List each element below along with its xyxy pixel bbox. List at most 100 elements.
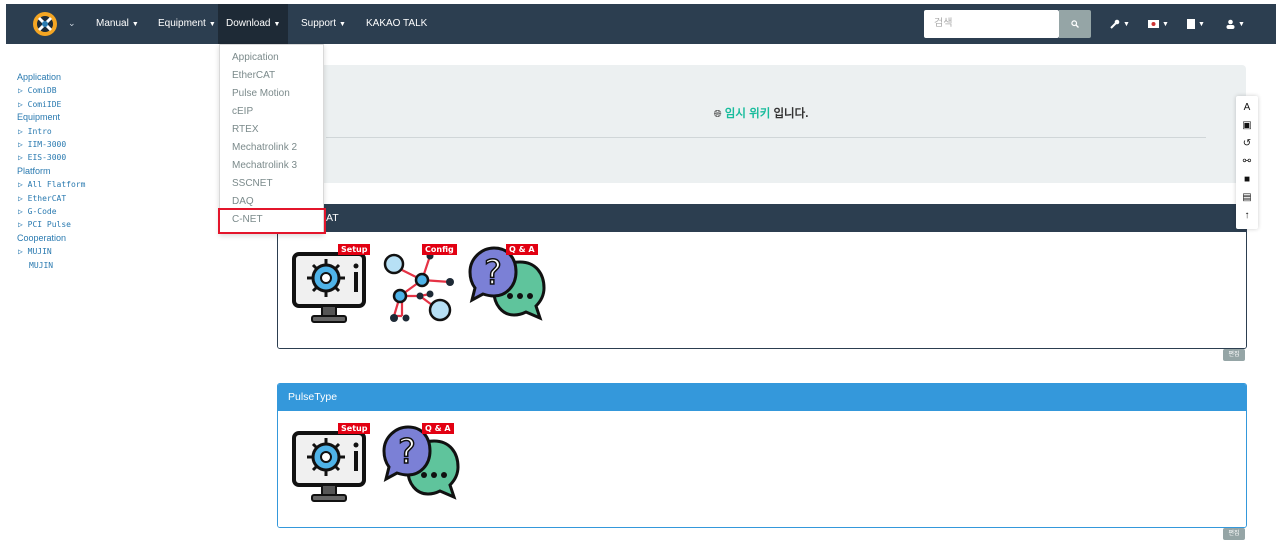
sidebar-item-iim-3000[interactable]: ▷ IIM-3000 xyxy=(17,138,85,151)
triangle-right-icon: ▷ xyxy=(18,193,28,203)
top-navbar: ⌄ Manual ▼ Equipment ▼ Download ▼ Support ▼ … xyxy=(6,4,1276,44)
nav-manual[interactable]: Manual ▼ xyxy=(88,4,147,44)
ethercat-panel: AT Setup Config ? Q & A xyxy=(277,204,1247,349)
panel-body: Setup ? Q & A xyxy=(278,411,1246,527)
triangle-right-icon: ▷ xyxy=(18,180,28,190)
globe-icon: 🌐︎ xyxy=(713,109,722,120)
triangle-right-icon: ▷ xyxy=(18,153,28,163)
triangle-right-icon: ▷ xyxy=(18,220,28,230)
sidebar-category[interactable]: Cooperation xyxy=(17,232,85,245)
menu-item-application[interactable]: Appication xyxy=(220,49,323,67)
chevron-down-icon: ▼ xyxy=(208,21,216,28)
floating-toolbar: A ▣ ↺ ⚯ ■ ▤ ↑ xyxy=(1236,96,1258,229)
tools-menu[interactable]: ▼ xyxy=(1110,17,1130,31)
sidebar-item-mujin-sub[interactable]: MUJIN xyxy=(17,259,85,272)
nav-equipment[interactable]: Equipment ▼ xyxy=(150,4,224,44)
config-tile[interactable]: Config xyxy=(380,244,462,326)
search-icon xyxy=(1071,20,1079,28)
sidebar-item-intro[interactable]: ▷ Intro xyxy=(17,125,85,138)
sidebar-item-comidb[interactable]: ▷ ComiDB xyxy=(17,84,85,97)
document-menu[interactable]: ▼ xyxy=(1187,17,1205,31)
link-icon[interactable]: ⚯ xyxy=(1241,155,1253,167)
config-tag: Config xyxy=(422,244,457,255)
search-button[interactable] xyxy=(1059,10,1091,38)
edit-button[interactable]: 편집 xyxy=(1223,349,1245,361)
triangle-right-icon: ▷ xyxy=(18,140,28,150)
sidebar-item-g-code[interactable]: ▷ G-Code xyxy=(17,205,85,218)
qa-tile[interactable]: ? Q & A xyxy=(466,244,550,326)
setup-tile[interactable]: Setup xyxy=(292,244,374,326)
qa-tile[interactable]: ? Q & A xyxy=(380,423,464,505)
panel-title: AT xyxy=(278,205,1246,232)
search-input[interactable]: 검색 xyxy=(924,10,1059,38)
wrench-icon xyxy=(1110,19,1120,29)
sidebar-nav: Application ▷ ComiDB ▷ ComiIDE Equipment… xyxy=(17,71,85,272)
monitor-gear-icon xyxy=(292,252,366,323)
chevron-down-icon: ▼ xyxy=(131,21,139,28)
menu-item-ethercat[interactable]: EtherCAT xyxy=(220,67,323,85)
nav-download[interactable]: Download ▼ xyxy=(218,4,289,44)
logo-icon[interactable] xyxy=(32,11,58,37)
temp-wiki-link[interactable]: 임시 위키 xyxy=(725,108,771,120)
chevron-down-icon: ▼ xyxy=(339,21,346,28)
svg-text:?: ? xyxy=(398,432,416,472)
sidebar-item-all-flatform[interactable]: ▷ All Flatform xyxy=(17,178,85,191)
sidebar-category[interactable]: Application xyxy=(17,71,85,84)
chevron-down-icon: ▼ xyxy=(1162,20,1169,28)
triangle-right-icon: ▷ xyxy=(18,99,28,109)
chevron-down-icon: ▼ xyxy=(273,21,281,28)
divider xyxy=(326,137,1206,138)
menu-item-ceip[interactable]: cEIP xyxy=(220,103,323,121)
discussion-icon[interactable]: ▣ xyxy=(1241,119,1253,131)
menu-item-pulse-motion[interactable]: Pulse Motion xyxy=(220,85,323,103)
chevron-down-icon: ▼ xyxy=(1238,20,1245,28)
save-icon[interactable]: ■ xyxy=(1241,173,1253,185)
question-chat-icon: ? xyxy=(468,246,546,321)
flag-icon xyxy=(1148,20,1159,28)
menu-item-sscnet[interactable]: SSCNET xyxy=(220,175,323,193)
triangle-right-icon: ▷ xyxy=(18,86,28,96)
notice-text: 🌐︎ 임시 위키 입니다. xyxy=(713,108,809,120)
chevron-down-icon: ▼ xyxy=(1198,20,1205,28)
sidebar-item-pci-pulse[interactable]: ▷ PCI Pulse xyxy=(17,218,85,231)
qa-tag: Q & A xyxy=(506,244,538,255)
panel-body: Setup Config ? Q & A xyxy=(278,232,1246,348)
triangle-right-icon: ▷ xyxy=(18,126,28,136)
menu-item-mechatrolink-2[interactable]: Mechatrolink 2 xyxy=(220,139,323,157)
font-size-icon[interactable]: A xyxy=(1241,101,1253,113)
highlight-box xyxy=(218,208,326,234)
sidebar-item-ethercat[interactable]: ▷ EtherCAT xyxy=(17,192,85,205)
sidebar-category[interactable]: Equipment xyxy=(17,111,85,124)
panel-title: PulseType xyxy=(278,384,1246,411)
nav-support[interactable]: Support ▼ xyxy=(293,4,354,44)
logo-caret-icon[interactable]: ⌄ xyxy=(68,18,76,29)
qa-tag: Q & A xyxy=(422,423,454,434)
sidebar-category[interactable]: Platform xyxy=(17,165,85,178)
notice-banner: 🌐︎ 임시 위키 입니다. xyxy=(276,65,1246,183)
language-menu[interactable]: ▼ xyxy=(1148,17,1169,31)
network-nodes-icon xyxy=(383,252,454,322)
history-icon[interactable]: ↺ xyxy=(1241,137,1253,149)
user-menu[interactable]: ▼ xyxy=(1226,17,1245,31)
sidebar-item-comiide[interactable]: ▷ ComiIDE xyxy=(17,98,85,111)
menu-item-rtex[interactable]: RTEX xyxy=(220,121,323,139)
svg-text:?: ? xyxy=(484,253,502,293)
sidebar-item-eis-3000[interactable]: ▷ EIS-3000 xyxy=(17,151,85,164)
monitor-gear-icon xyxy=(292,431,366,502)
menu-item-mechatrolink-3[interactable]: Mechatrolink 3 xyxy=(220,157,323,175)
triangle-right-icon: ▷ xyxy=(18,247,28,257)
download-dropdown: Appication EtherCAT Pulse Motion cEIP RT… xyxy=(219,44,324,234)
edit-button[interactable]: 편집 xyxy=(1223,528,1245,540)
user-icon xyxy=(1226,19,1235,29)
document-icon xyxy=(1187,19,1195,29)
setup-tag: Setup xyxy=(338,423,371,434)
arrow-up-icon[interactable]: ↑ xyxy=(1241,209,1253,221)
sidebar-item-mujin[interactable]: ▷ MUJIN xyxy=(17,245,85,258)
question-chat-icon: ? xyxy=(382,425,460,500)
nav-kakao-talk[interactable]: KAKAO TALK xyxy=(358,4,435,44)
setup-tile[interactable]: Setup xyxy=(292,423,374,505)
triangle-right-icon: ▷ xyxy=(18,207,28,217)
pulsetype-panel: PulseType Setup ? Q & A xyxy=(277,383,1247,528)
chevron-down-icon: ▼ xyxy=(1123,20,1130,28)
document-icon[interactable]: ▤ xyxy=(1241,191,1253,203)
